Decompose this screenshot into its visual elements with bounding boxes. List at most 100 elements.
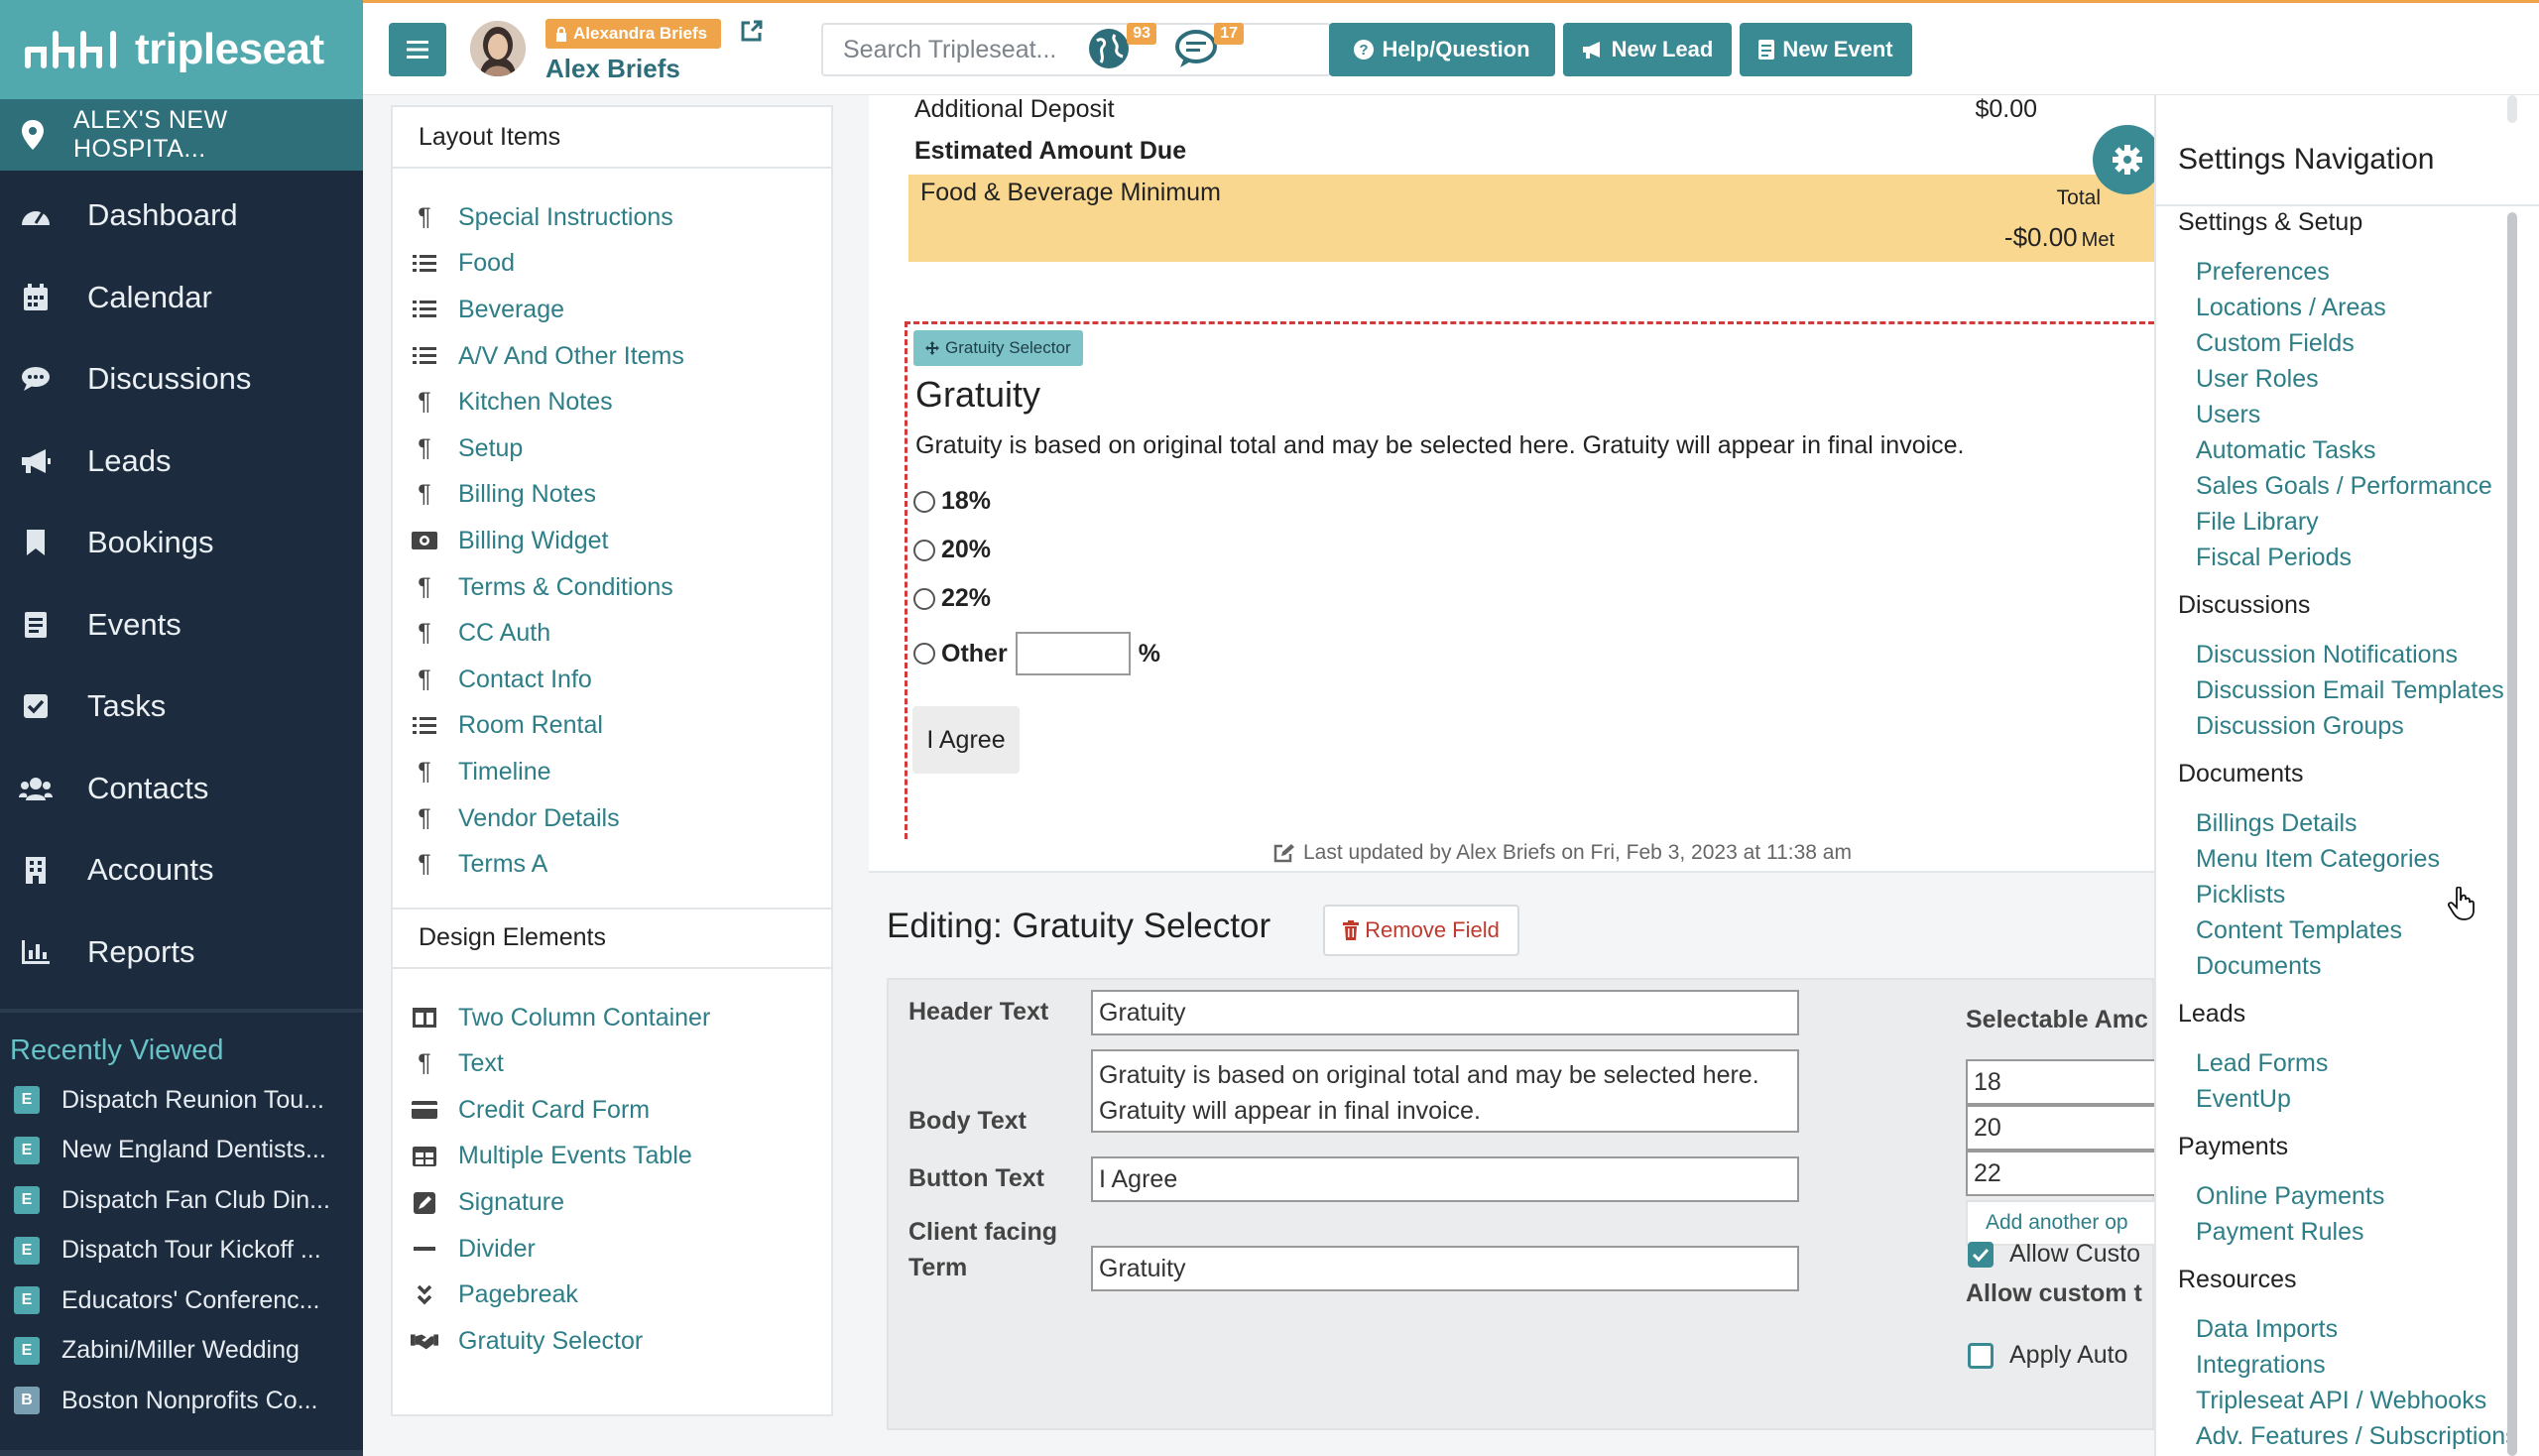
settings-link[interactable]: Adv. Features / Subscriptions xyxy=(2196,1422,2518,1451)
design-item[interactable]: Two Column Container xyxy=(393,995,831,1041)
sidebar-item-tasks[interactable]: Tasks xyxy=(0,666,363,748)
settings-link[interactable]: Users xyxy=(2196,401,2260,429)
radio-button[interactable] xyxy=(913,539,935,561)
recent-item[interactable]: E Dispatch Fan Club Din... xyxy=(0,1175,363,1226)
settings-link[interactable]: Automatic Tasks xyxy=(2196,436,2376,465)
menu-toggle-button[interactable] xyxy=(389,23,446,76)
selectable-amount-input[interactable]: 22 xyxy=(1966,1151,2164,1196)
gratuity-selector-tag[interactable]: Gratuity Selector xyxy=(913,330,1083,366)
search-input[interactable] xyxy=(821,23,1331,76)
apply-auto-row[interactable]: Apply Auto xyxy=(1968,1341,2128,1370)
settings-link[interactable]: Documents xyxy=(2196,952,2321,981)
layout-item[interactable]: ¶ Special Instructions xyxy=(393,194,831,241)
external-link-icon[interactable] xyxy=(740,19,764,43)
recent-item[interactable]: E Educators' Conferenc... xyxy=(0,1275,363,1326)
notifications-button[interactable]: 93 xyxy=(1087,23,1156,74)
recent-item[interactable]: E New England Dentists... xyxy=(0,1126,363,1176)
sidebar-item-reports[interactable]: Reports xyxy=(0,911,363,994)
settings-link[interactable]: Locations / Areas xyxy=(2196,294,2386,322)
layout-item[interactable]: ¶ Terms A xyxy=(393,841,831,888)
gratuity-option-20[interactable]: 20% xyxy=(913,536,991,564)
layout-item[interactable]: ¶ Billing Notes xyxy=(393,472,831,519)
sidebar-item-calendar[interactable]: Calendar xyxy=(0,257,363,339)
remove-field-button[interactable]: Remove Field xyxy=(1323,905,1519,956)
settings-link[interactable]: Billings Details xyxy=(2196,809,2358,838)
layout-item[interactable]: Food xyxy=(393,241,831,288)
settings-link[interactable]: File Library xyxy=(2196,508,2319,537)
sidebar-item-events[interactable]: Events xyxy=(0,584,363,667)
sidebar-item-discussions[interactable]: Discussions xyxy=(0,338,363,421)
layout-item[interactable]: Beverage xyxy=(393,287,831,333)
radio-button[interactable] xyxy=(913,490,935,513)
gratuity-option-18[interactable]: 18% xyxy=(913,487,991,516)
sidebar-item-leads[interactable]: Leads xyxy=(0,421,363,503)
sidebar-item-dashboard[interactable]: Dashboard xyxy=(0,175,363,257)
settings-link[interactable]: Fiscal Periods xyxy=(2196,544,2352,572)
gratuity-other-input[interactable] xyxy=(1015,632,1131,675)
settings-link[interactable]: Discussion Notifications xyxy=(2196,641,2458,669)
design-item[interactable]: Multiple Events Table xyxy=(393,1134,831,1180)
settings-link[interactable]: Integrations xyxy=(2196,1351,2326,1380)
scrollbar-thumb[interactable] xyxy=(2507,212,2517,1456)
settings-link[interactable]: Custom Fields xyxy=(2196,329,2355,358)
avatar[interactable] xyxy=(470,21,526,76)
sidebar-item-bookings[interactable]: Bookings xyxy=(0,502,363,584)
gratuity-option-other[interactable]: Other% xyxy=(913,632,1160,675)
settings-link[interactable]: Payment Rules xyxy=(2196,1218,2364,1247)
selectable-amount-input[interactable]: 18 xyxy=(1966,1059,2164,1105)
settings-link[interactable]: Picklists xyxy=(2196,881,2285,910)
settings-link[interactable]: Discussion Email Templates xyxy=(2196,676,2504,705)
settings-link[interactable]: Online Payments xyxy=(2196,1182,2384,1211)
settings-gear-button[interactable] xyxy=(2093,125,2162,194)
design-item[interactable]: Gratuity Selector xyxy=(393,1318,831,1365)
settings-link[interactable]: Content Templates xyxy=(2196,916,2402,945)
layout-item[interactable]: Room Rental xyxy=(393,703,831,750)
allow-custom-checkbox[interactable] xyxy=(1968,1241,1994,1268)
i-agree-button[interactable]: I Agree xyxy=(912,706,1020,774)
selectable-amount-input[interactable]: 20 xyxy=(1966,1105,2164,1151)
radio-button[interactable] xyxy=(913,587,935,610)
scrollbar-track[interactable] xyxy=(2507,95,2517,123)
layout-item[interactable]: ¶ Terms & Conditions xyxy=(393,564,831,611)
new-event-button[interactable]: New Event xyxy=(1740,23,1912,76)
new-lead-button[interactable]: New Lead xyxy=(1563,23,1732,76)
settings-link[interactable]: Preferences xyxy=(2196,258,2330,287)
sidebar-item-accounts[interactable]: Accounts xyxy=(0,829,363,911)
settings-link[interactable]: EventUp xyxy=(2196,1085,2291,1114)
design-item[interactable]: Pagebreak xyxy=(393,1272,831,1318)
recent-item[interactable]: B Boston Nonprofits Co... xyxy=(0,1376,363,1426)
layout-item[interactable]: ¶ Kitchen Notes xyxy=(393,379,831,425)
settings-link[interactable]: Tripleseat API / Webhooks xyxy=(2196,1387,2486,1415)
design-item[interactable]: Divider xyxy=(393,1226,831,1273)
settings-link[interactable]: Sales Goals / Performance xyxy=(2196,472,2492,501)
layout-item[interactable]: ¶ Timeline xyxy=(393,749,831,795)
design-item[interactable]: Signature xyxy=(393,1179,831,1226)
layout-item[interactable]: A/V And Other Items xyxy=(393,333,831,380)
recent-item[interactable]: E Dispatch Reunion Tou... xyxy=(0,1075,363,1126)
settings-link[interactable]: User Roles xyxy=(2196,365,2319,394)
allow-custom-row[interactable]: Allow Custo xyxy=(1968,1240,2140,1269)
design-item[interactable]: ¶ Text xyxy=(393,1041,831,1088)
gratuity-selector-block[interactable]: Gratuity Selector Gratuity Gratuity is b… xyxy=(905,321,2154,839)
layout-item[interactable]: Billing Widget xyxy=(393,518,831,564)
layout-item[interactable]: ¶ Setup xyxy=(393,425,831,472)
apply-auto-checkbox[interactable] xyxy=(1968,1342,1994,1369)
button-text-input[interactable]: I Agree xyxy=(1091,1156,1799,1202)
body-text-textarea[interactable]: Gratuity is based on original total and … xyxy=(1091,1049,1799,1133)
client-term-input[interactable]: Gratuity xyxy=(1091,1246,1799,1291)
design-item[interactable]: Credit Card Form xyxy=(393,1087,831,1134)
recent-item[interactable]: E Dispatch Tour Kickoff ... xyxy=(0,1226,363,1276)
layout-item[interactable]: ¶ CC Auth xyxy=(393,610,831,657)
settings-link[interactable]: Discussion Groups xyxy=(2196,712,2404,741)
messages-button[interactable]: 17 xyxy=(1174,23,1244,74)
header-text-input[interactable]: Gratuity xyxy=(1091,990,1799,1035)
layout-item[interactable]: ¶ Contact Info xyxy=(393,657,831,703)
recent-item[interactable]: E Zabini/Miller Wedding xyxy=(0,1326,363,1377)
venue-selector[interactable]: ALEX'S NEW HOSPITA... xyxy=(0,99,363,171)
help-button[interactable]: ? Help/Question xyxy=(1329,23,1555,76)
logo[interactable]: tripleseat xyxy=(0,0,363,99)
layout-item[interactable]: ¶ Vendor Details xyxy=(393,795,831,842)
settings-link[interactable]: Menu Item Categories xyxy=(2196,845,2440,874)
settings-link[interactable]: Lead Forms xyxy=(2196,1049,2328,1078)
settings-link[interactable]: Data Imports xyxy=(2196,1315,2338,1344)
